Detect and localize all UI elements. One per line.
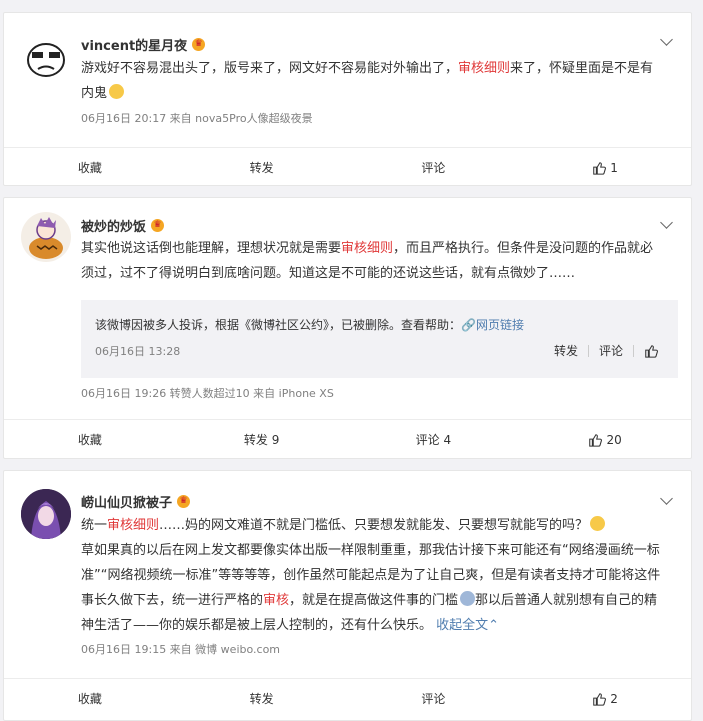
collect-label: 收藏 xyxy=(77,692,102,706)
action-bar: 收藏 转发 9 评论 4 20 xyxy=(4,419,691,459)
collect-label: 收藏 xyxy=(77,433,102,447)
chevron-down-icon[interactable] xyxy=(660,33,673,46)
avatar[interactable] xyxy=(21,489,71,539)
collect-label: 收藏 xyxy=(77,161,102,175)
repost-box: 该微博因被多人投诉，根据《微博社区公约》，已被删除。查看帮助：🔗网页链接 06月… xyxy=(81,300,678,378)
post-text-segment: 其实他说这话倒也能理解，理想状况就是需要 xyxy=(81,241,342,256)
repost-button[interactable]: 转发 9 xyxy=(176,420,348,459)
keyword-link[interactable]: 审核 xyxy=(263,593,289,608)
vip-crown-icon: ♛ xyxy=(192,38,206,51)
post-meta[interactable]: 06月16日 19:26 转赞人数超过10 来自 iPhone XS xyxy=(81,385,334,401)
thumbs-up-icon xyxy=(589,433,603,447)
repost-time[interactable]: 06月16日 13:28 xyxy=(95,343,180,359)
like-button[interactable]: 20 xyxy=(519,420,691,459)
vip-crown-icon: ♛ xyxy=(177,495,191,508)
avatar[interactable] xyxy=(21,212,71,262)
collect-button[interactable]: 收藏 xyxy=(4,420,176,459)
post-text: 统一审核细则……妈的网文难道不就是门槛低、只要想发就能发、只要想写就能写的吗？ … xyxy=(81,513,666,638)
emoji-icon xyxy=(590,516,606,531)
author-name[interactable]: 被炒的炒饭 ♛ xyxy=(81,216,165,235)
repost-button[interactable]: 转发 xyxy=(176,679,348,718)
post-text-segment: 统一 xyxy=(81,518,108,533)
repost-comment-button[interactable]: 评论 xyxy=(599,342,623,359)
divider xyxy=(633,344,634,357)
comment-button[interactable]: 评论 xyxy=(348,148,520,187)
comment-button[interactable]: 评论 xyxy=(348,679,520,718)
like-button[interactable]: 1 xyxy=(519,148,691,187)
post-text: 其实他说这话倒也能理解，理想状况就是需要审核细则，而且严格执行。但条件是没问题的… xyxy=(81,236,666,286)
post-card: 崂山仙贝掀被子 ♛ 统一审核细则……妈的网文难道不就是门槛低、只要想发就能发、只… xyxy=(3,470,692,721)
comment-label: 评论 4 xyxy=(415,433,452,447)
keyword-link[interactable]: 审核细则 xyxy=(341,241,393,256)
repost-repost-button[interactable]: 转发 xyxy=(554,342,578,359)
post-text-segment: ，就是在提高做这件事的门槛 xyxy=(289,593,459,608)
repost-action-bar: 转发 评论 xyxy=(554,342,658,359)
repost-label: 转发 xyxy=(249,692,274,706)
comment-label: 评论 xyxy=(421,692,446,706)
repost-label: 转发 xyxy=(249,161,274,175)
author-name-text[interactable]: vincent的星月夜 xyxy=(81,35,187,54)
comment-label: 评论 xyxy=(421,161,446,175)
thumbs-up-icon xyxy=(593,161,607,175)
repost-button[interactable]: 转发 xyxy=(176,148,348,187)
collect-button[interactable]: 收藏 xyxy=(4,679,176,718)
like-count: 2 xyxy=(610,691,618,706)
post-card: 被炒的炒饭 ♛ 其实他说这话倒也能理解，理想状况就是需要审核细则，而且严格执行。… xyxy=(3,197,692,459)
chevron-down-icon[interactable] xyxy=(660,492,673,505)
like-count: 1 xyxy=(610,160,618,175)
keyword-link[interactable]: 审核细则 xyxy=(107,518,159,533)
repost-label: 转发 9 xyxy=(243,433,280,447)
author-name[interactable]: vincent的星月夜 ♛ xyxy=(81,35,206,54)
web-link-label[interactable]: 网页链接 xyxy=(476,318,524,332)
post-meta[interactable]: 06月16日 19:15 来自 微博 weibo.com xyxy=(81,641,280,657)
post-card: vincent的星月夜 ♛ 游戏好不容易混出头了，版号来了，网文好不容易能对外输… xyxy=(3,12,692,186)
post-text: 游戏好不容易混出头了，版号来了，网文好不容易能对外输出了，审核细则来了，怀疑里面… xyxy=(81,56,666,106)
post-text-segment: 游戏好不容易混出头了，版号来了，网文好不容易能对外输出了， xyxy=(81,61,459,76)
web-link[interactable]: 🔗网页链接 xyxy=(461,318,524,332)
collect-button[interactable]: 收藏 xyxy=(4,148,176,187)
action-bar: 收藏 转发 评论 2 xyxy=(4,678,691,718)
chevron-up-icon: ⌃ xyxy=(488,618,500,633)
collapse-label[interactable]: 收起全文 xyxy=(436,618,488,633)
repost-deleted-notice: 该微博因被多人投诉，根据《微博社区公约》，已被删除。查看帮助： xyxy=(95,318,462,332)
thumbs-up-icon[interactable] xyxy=(644,344,658,358)
keyword-link[interactable]: 审核细则 xyxy=(458,61,510,76)
post-meta[interactable]: 06月16日 20:17 来自 nova5Pro人像超级夜景 xyxy=(81,110,313,126)
divider xyxy=(587,344,589,357)
avatar[interactable] xyxy=(21,33,71,83)
author-name[interactable]: 崂山仙贝掀被子 ♛ xyxy=(81,492,191,511)
thumbs-up-icon xyxy=(593,692,607,706)
comment-button[interactable]: 评论 4 xyxy=(348,420,520,459)
post-text-segment: ……妈的网文难道不就是门槛低、只要想发就能发、只要想写就能写的吗？ xyxy=(159,518,589,533)
collapse-button[interactable]: 收起全文⌃ xyxy=(436,618,499,633)
repost-text: 该微博因被多人投诉，根据《微博社区公约》，已被删除。查看帮助：🔗网页链接 xyxy=(95,316,524,333)
emoji-icon xyxy=(109,84,125,99)
like-button[interactable]: 2 xyxy=(519,679,691,718)
action-bar: 收藏 转发 评论 1 xyxy=(4,147,691,187)
author-name-text[interactable]: 崂山仙贝掀被子 xyxy=(81,492,172,511)
chevron-down-icon[interactable] xyxy=(660,216,673,229)
emoji-icon xyxy=(460,591,476,606)
vip-crown-icon: ♛ xyxy=(151,219,165,232)
like-count: 20 xyxy=(606,432,622,447)
author-name-text[interactable]: 被炒的炒饭 xyxy=(81,216,146,235)
